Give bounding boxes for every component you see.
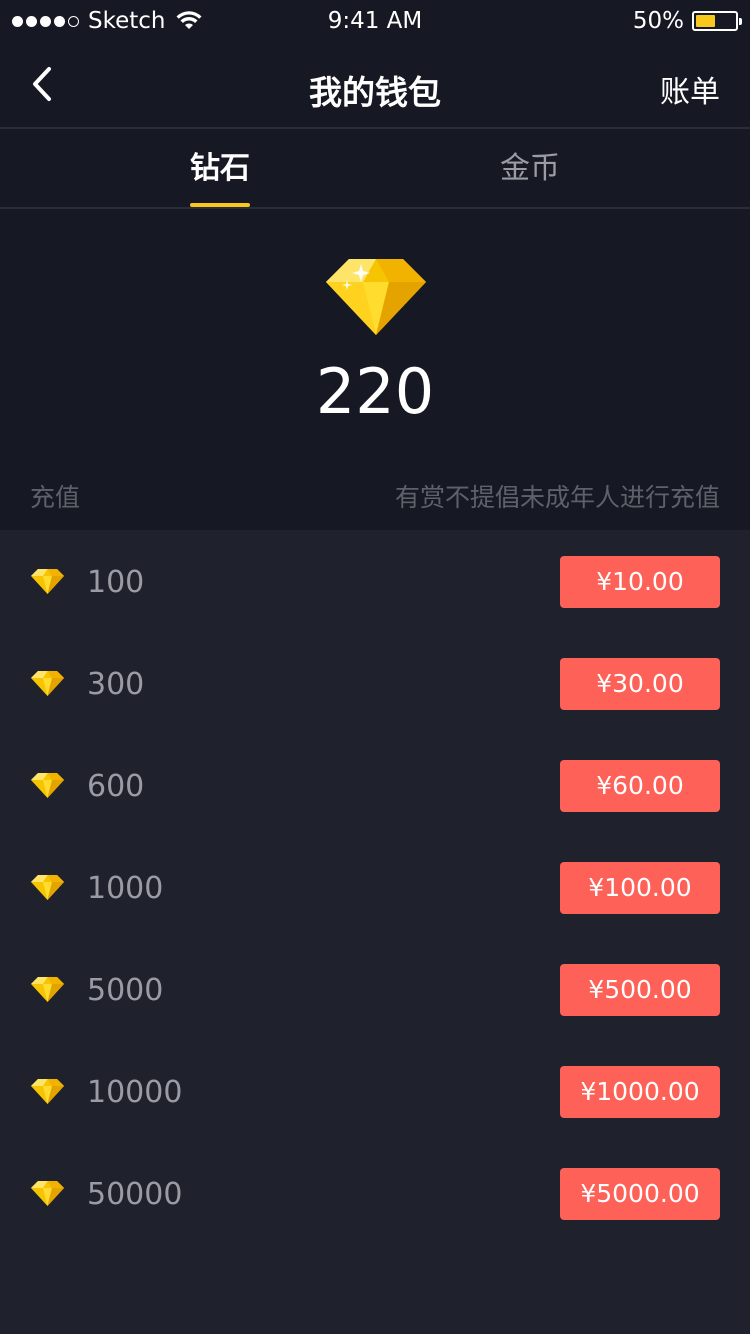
package-row: 1000 ¥100.00: [0, 836, 750, 938]
page-title: 我的钱包: [309, 73, 441, 112]
buy-package-button[interactable]: ¥5000.00: [560, 1168, 720, 1220]
package-amount: 50000: [87, 1177, 183, 1212]
battery-level-fill: [696, 15, 715, 27]
recharge-header: 充值 有赏不提倡未成年人进行充值: [0, 468, 750, 528]
diamond-icon: [326, 259, 426, 335]
diamond-icon: [31, 671, 64, 696]
buy-package-button[interactable]: ¥60.00: [560, 760, 720, 812]
diamond-balance: 220: [315, 355, 435, 428]
wallet-screen: Sketch 9:41 AM 50% 我的钱包 账单 钻石 金币 220 充值 …: [0, 0, 750, 1334]
status-bar: Sketch 9:41 AM 50%: [0, 0, 750, 40]
package-row: 50000 ¥5000.00: [0, 1142, 750, 1244]
package-row: 5000 ¥500.00: [0, 938, 750, 1040]
battery-percent: 50%: [632, 8, 684, 34]
buy-package-button[interactable]: ¥10.00: [560, 556, 720, 608]
package-row: 300 ¥30.00: [0, 632, 750, 734]
active-tab-indicator: [190, 203, 250, 207]
diamond-icon: [31, 569, 64, 594]
diamond-icon: [31, 977, 64, 1002]
recharge-label: 充值: [30, 483, 81, 512]
diamond-icon: [31, 1079, 64, 1104]
battery-icon: [692, 11, 742, 31]
buy-package-button[interactable]: ¥500.00: [560, 964, 720, 1016]
nav-bar: 我的钱包 账单: [0, 40, 750, 129]
package-row: 100 ¥10.00: [0, 530, 750, 632]
tab-diamonds[interactable]: 钻石: [140, 131, 300, 207]
buy-package-button[interactable]: ¥30.00: [560, 658, 720, 710]
package-amount: 10000: [87, 1075, 183, 1110]
buy-package-button[interactable]: ¥1000.00: [560, 1066, 720, 1118]
package-row: 600 ¥60.00: [0, 734, 750, 836]
diamond-icon: [31, 875, 64, 900]
package-amount: 300: [87, 667, 145, 702]
bill-button[interactable]: 账单: [660, 67, 720, 111]
package-amount: 100: [87, 565, 145, 600]
recharge-package-list: 100 ¥10.00 300 ¥30.00 600 ¥60.00 1000 ¥1…: [0, 530, 750, 1334]
package-row: 10000 ¥1000.00: [0, 1040, 750, 1142]
package-amount: 600: [87, 769, 145, 804]
package-amount: 5000: [87, 973, 164, 1008]
buy-package-button[interactable]: ¥100.00: [560, 862, 720, 914]
diamond-icon: [31, 773, 64, 798]
diamond-icon: [31, 1181, 64, 1206]
minor-recharge-notice: 有赏不提倡未成年人进行充值: [394, 483, 720, 512]
package-amount: 1000: [87, 871, 164, 906]
tab-coins[interactable]: 金币: [450, 131, 610, 207]
currency-tabs: 钻石 金币: [0, 131, 750, 209]
